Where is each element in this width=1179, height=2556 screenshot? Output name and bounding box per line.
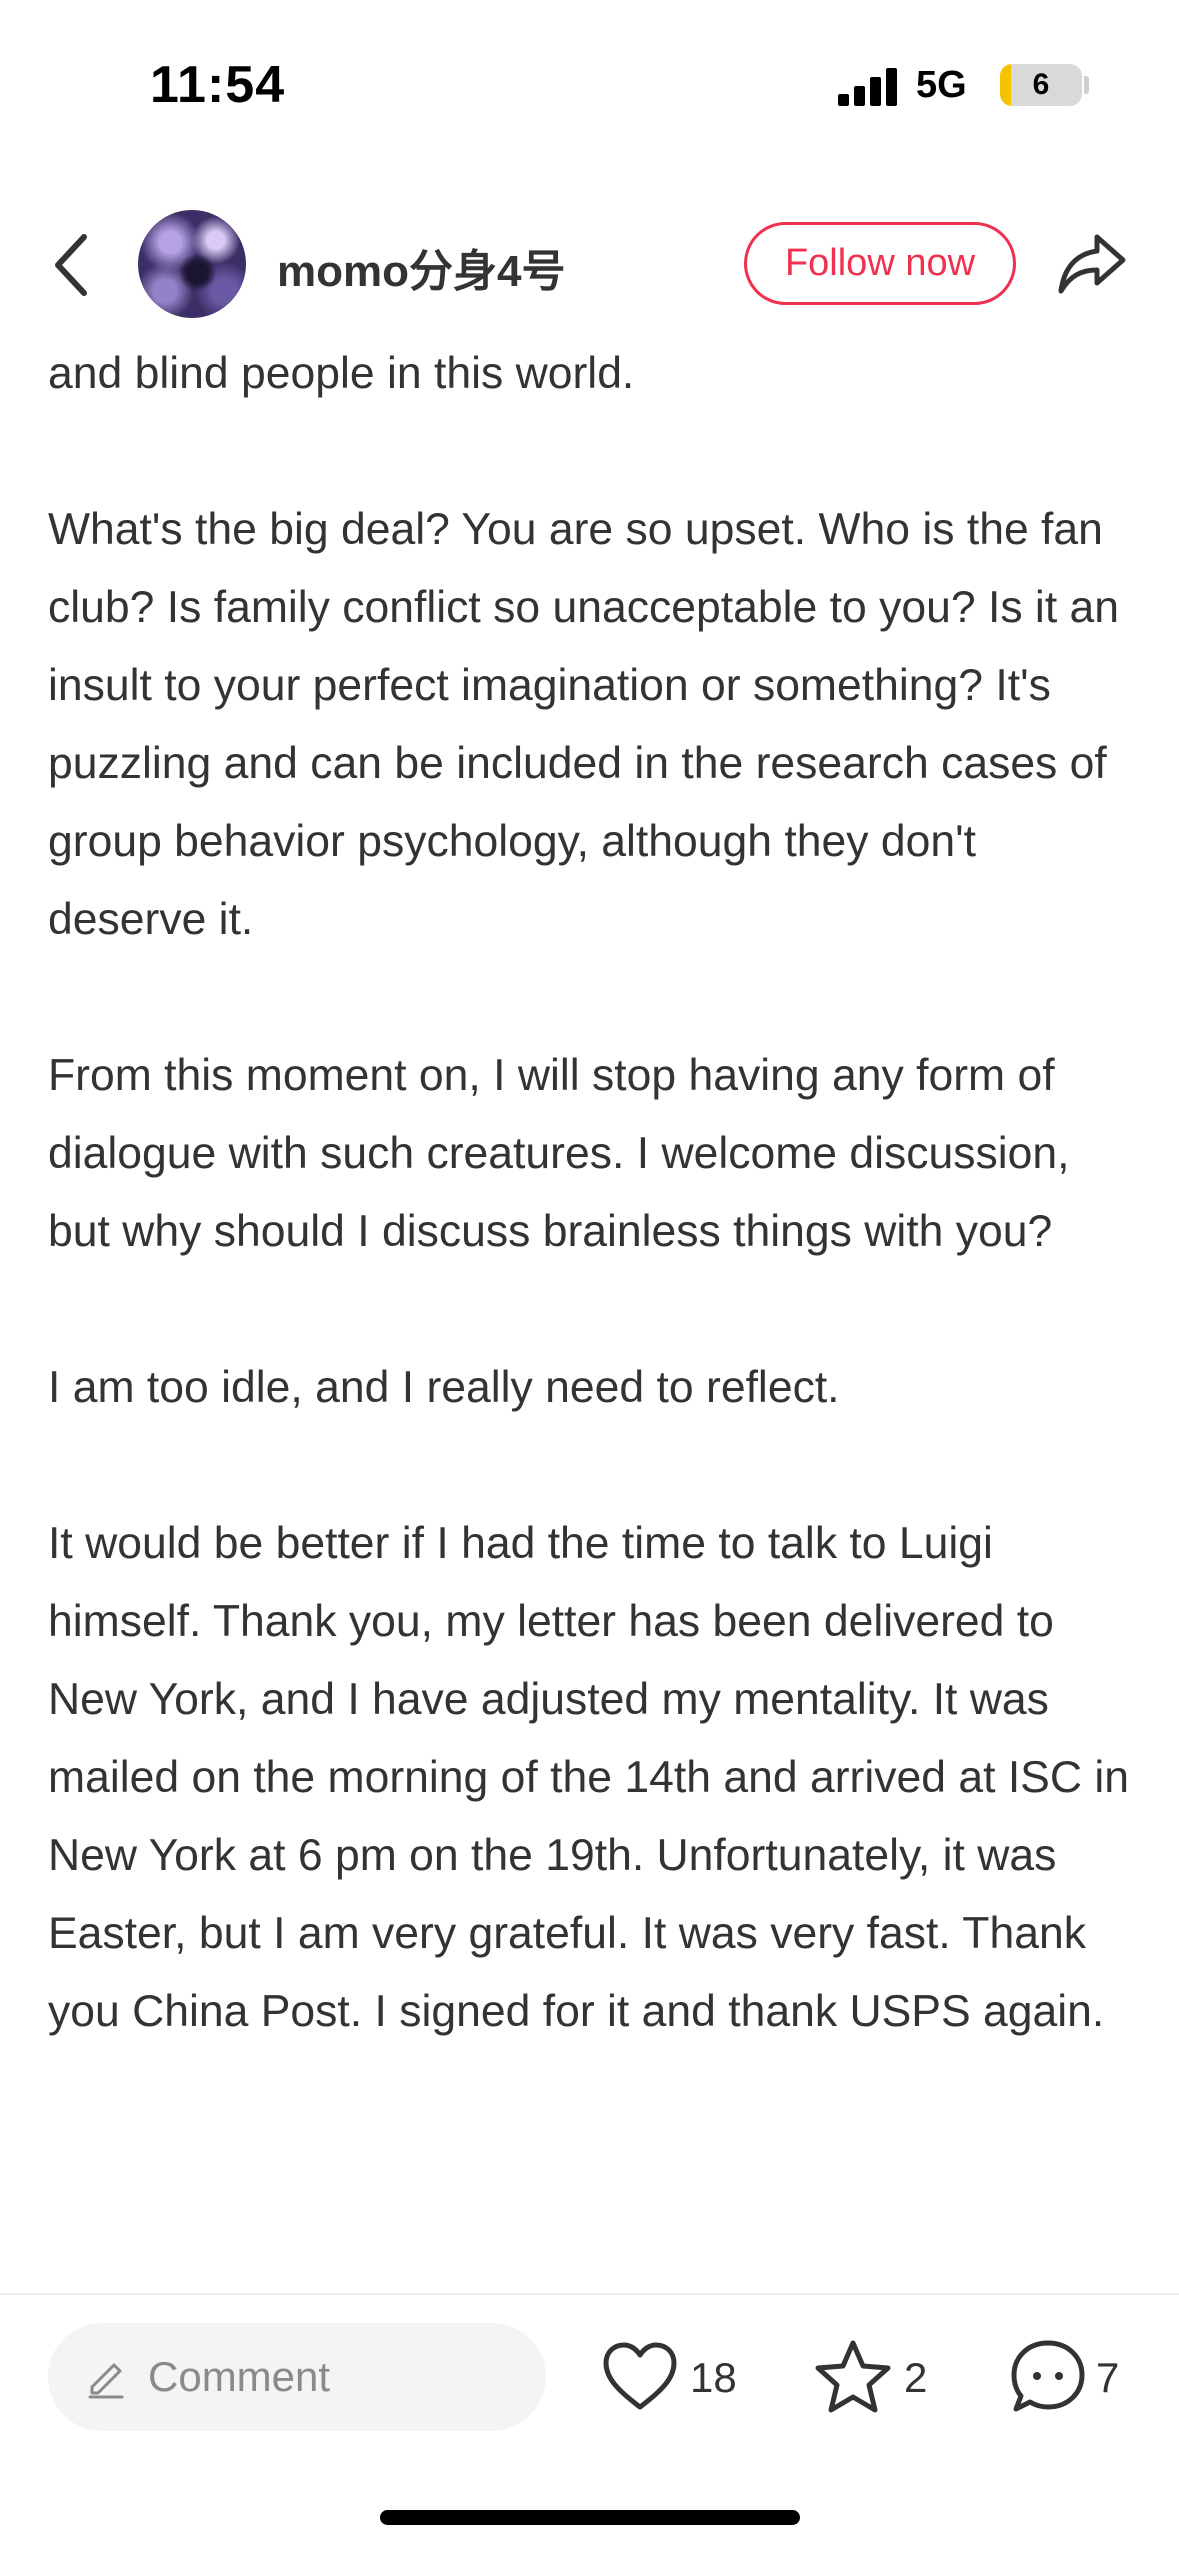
post-paragraph: It would be better if I had the time to … bbox=[48, 1519, 1129, 2036]
chevron-left-icon bbox=[55, 234, 87, 296]
avatar[interactable] bbox=[138, 210, 246, 318]
heart-icon bbox=[603, 2342, 677, 2410]
battery-level: 6 bbox=[1032, 68, 1050, 101]
pencil-icon bbox=[88, 2363, 124, 2399]
status-time: 11:54 bbox=[150, 56, 286, 114]
like-count: 18 bbox=[690, 2354, 737, 2401]
home-indicator[interactable] bbox=[380, 2510, 800, 2525]
comment-count: 7 bbox=[1096, 2354, 1120, 2401]
favorite-button[interactable]: 2 bbox=[812, 2330, 942, 2425]
post-paragraph: What's the big deal? You are so upset. W… bbox=[48, 505, 1120, 944]
post-detail-screen: 11:54 5G 6 momo分身4号 Follow now and blind… bbox=[0, 0, 1179, 2556]
status-bar: 11:54 5G 6 bbox=[0, 0, 1179, 170]
speech-bubble-icon bbox=[1011, 2340, 1085, 2412]
post-paragraph: From this moment on, I will stop having … bbox=[48, 1051, 1070, 1256]
comments-button[interactable]: 7 bbox=[1008, 2330, 1138, 2425]
comment-placeholder: Comment bbox=[148, 2353, 331, 2400]
author-name[interactable]: momo分身4号 bbox=[277, 235, 565, 299]
post-paragraph: and blind people in this world. bbox=[48, 349, 635, 398]
star-icon bbox=[815, 2340, 891, 2413]
like-button[interactable]: 18 bbox=[600, 2330, 740, 2425]
post-header: momo分身4号 Follow now bbox=[0, 195, 1179, 335]
battery-tip bbox=[1084, 76, 1089, 94]
share-arrow-icon bbox=[1058, 234, 1126, 294]
back-button[interactable] bbox=[40, 225, 110, 305]
follow-button[interactable]: Follow now bbox=[744, 222, 1016, 305]
favorite-count: 2 bbox=[904, 2354, 928, 2401]
post-body: and blind people in this world. What's t… bbox=[48, 335, 1138, 2051]
cellular-signal-icon bbox=[838, 66, 898, 106]
post-paragraph: I am too idle, and I really need to refl… bbox=[48, 1363, 840, 1412]
bottom-bar-divider bbox=[0, 2293, 1179, 2295]
share-button[interactable] bbox=[1055, 227, 1130, 302]
battery-icon: 6 bbox=[1000, 64, 1082, 106]
network-type: 5G bbox=[916, 64, 967, 106]
comment-input[interactable]: Comment bbox=[48, 2323, 546, 2431]
